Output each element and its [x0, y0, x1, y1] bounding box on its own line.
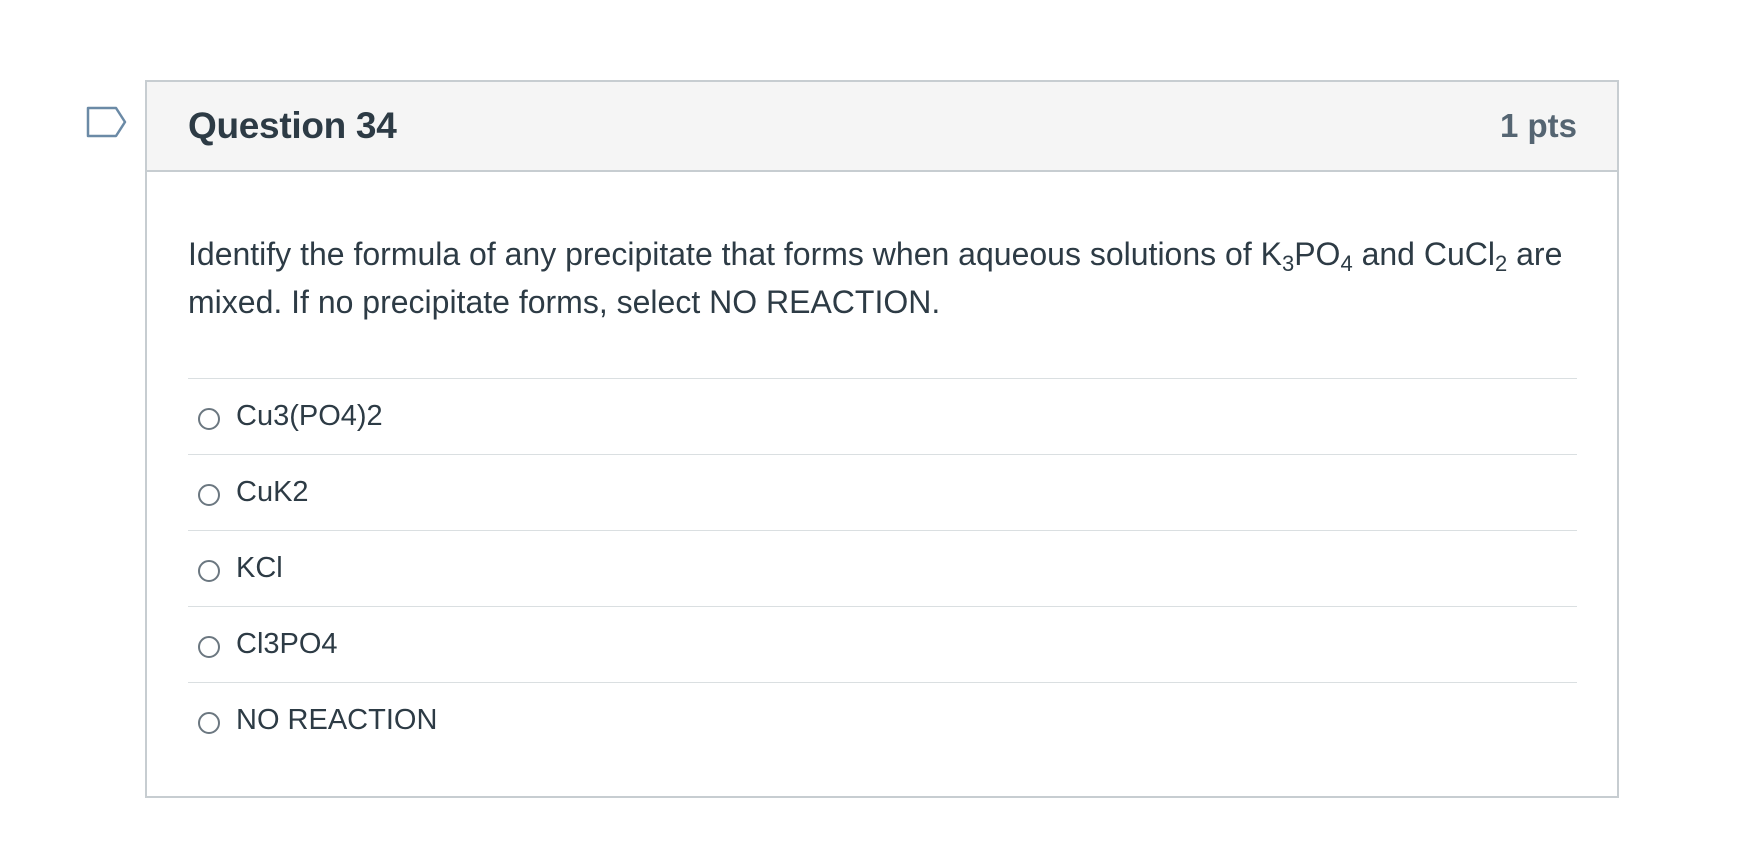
question-title: Question 34: [188, 105, 397, 146]
subscript: 2: [1494, 251, 1508, 276]
answer-list: Cu3(PO4)2 CuK2 KCl Cl3PO4 NO REACTION: [188, 378, 1577, 758]
question-text-part: Identify the formula of any precipitate …: [188, 236, 1282, 272]
answer-label: CuK2: [236, 476, 309, 508]
radio-button[interactable]: [198, 711, 220, 734]
radio-button[interactable]: [198, 483, 220, 506]
answer-option[interactable]: Cl3PO4: [188, 607, 1577, 683]
answer-option[interactable]: NO REACTION: [188, 683, 1577, 758]
radio-button[interactable]: [198, 559, 220, 582]
answer-option[interactable]: KCl: [188, 531, 1577, 607]
answer-option[interactable]: Cu3(PO4)2: [188, 379, 1577, 455]
subscript: 4: [1340, 251, 1353, 276]
answer-label: Cu3(PO4)2: [236, 400, 383, 432]
question-body: Identify the formula of any precipitate …: [147, 172, 1617, 758]
question-card: Question 34 1 pts Identify the formula o…: [145, 80, 1619, 798]
question-header: Question 34 1 pts: [147, 82, 1617, 172]
flag-question-icon[interactable]: [86, 106, 128, 142]
radio-button[interactable]: [198, 407, 220, 430]
answer-option[interactable]: CuK2: [188, 455, 1577, 531]
answer-label: KCl: [236, 552, 283, 584]
answer-label: Cl3PO4: [236, 628, 338, 660]
question-text-part: PO: [1294, 236, 1341, 272]
radio-button[interactable]: [198, 635, 220, 658]
question-points: 1 pts: [1499, 107, 1577, 144]
answer-label: NO REACTION: [236, 704, 438, 736]
quiz-page: Question 34 1 pts Identify the formula o…: [0, 0, 1760, 866]
question-text: Identify the formula of any precipitate …: [188, 230, 1577, 326]
subscript: 3: [1281, 251, 1295, 276]
question-text-part: and CuCl: [1352, 236, 1495, 272]
